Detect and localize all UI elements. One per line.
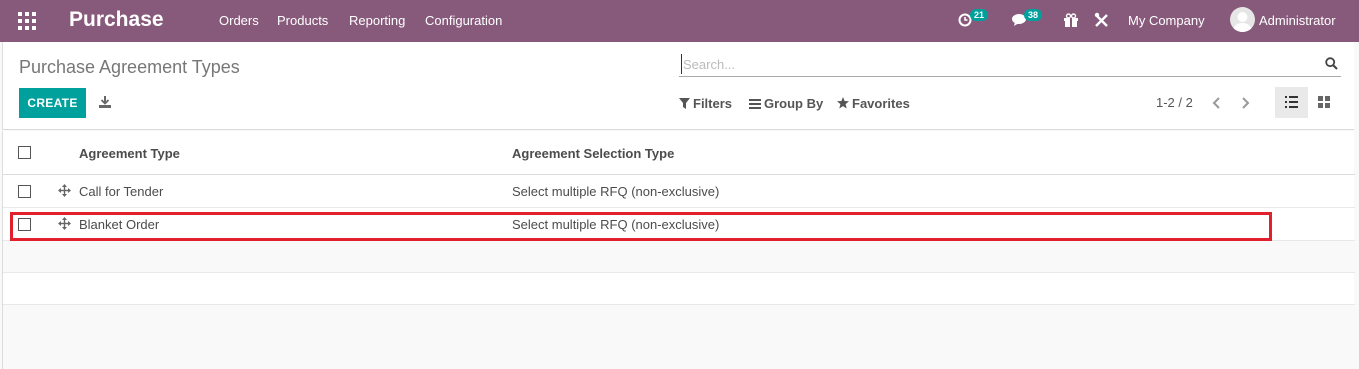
empty-row [3,241,1355,273]
group-by-label: Group By [764,96,824,111]
search-icon[interactable] [1325,57,1338,70]
drag-handle-icon[interactable] [58,217,71,230]
download-icon[interactable] [99,96,111,108]
activity-count-badge: 21 [970,9,989,21]
page-title: Purchase Agreement Types [19,57,240,77]
favorites-label: Favorites [852,96,910,111]
search-input[interactable] [681,54,1301,74]
agreement-type-cell: Call for Tender [79,184,164,199]
kanban-view-icon [1318,96,1330,108]
apps-grid-icon[interactable] [18,12,36,30]
avatar[interactable] [1230,7,1255,32]
search-bar [679,52,1341,77]
agreement-type-cell: Blanket Order [79,217,160,232]
selection-type-cell: Select multiple RFQ (non-exclusive) [512,217,720,232]
chevron-left-icon[interactable] [1211,96,1223,110]
top-navbar: Purchase Orders Products Reporting Confi… [0,0,1359,42]
filters-button[interactable]: Filters [679,96,732,111]
chevron-right-icon[interactable] [1239,96,1251,110]
row-checkbox[interactable] [18,218,31,231]
app-title[interactable]: Purchase [69,8,164,32]
kanban-view-button[interactable] [1308,87,1341,118]
table-header: Agreement Type Agreement Selection Type [3,131,1355,175]
tools-icon[interactable] [1093,11,1111,29]
selection-type-cell: Select multiple RFQ (non-exclusive) [512,184,720,199]
menu-configuration[interactable]: Configuration [425,13,502,28]
list-view-icon [1285,96,1298,108]
select-all-checkbox[interactable] [18,146,31,159]
menu-reporting[interactable]: Reporting [349,13,405,28]
message-count-badge: 38 [1024,9,1043,21]
pager-value[interactable]: 1-2 / 2 [1156,95,1193,110]
favorites-button[interactable]: Favorites [837,96,910,111]
group-by-button[interactable]: Group By [749,96,823,111]
control-panel: Purchase Agreement Types CREATE Filters … [2,42,1354,130]
table-row[interactable]: Blanket Order Select multiple RFQ (non-e… [3,208,1355,241]
menu-orders[interactable]: Orders [219,13,259,28]
list-table: Agreement Type Agreement Selection Type … [2,131,1355,369]
gift-icon[interactable] [1062,11,1080,29]
filter-icon [679,98,690,109]
column-header-agreement-type[interactable]: Agreement Type [79,146,180,161]
empty-row [3,273,1355,305]
empty-row [3,305,1355,369]
company-switcher[interactable]: My Company [1128,13,1205,28]
table-row[interactable]: Call for Tender Select multiple RFQ (non… [3,175,1355,208]
list-view-button[interactable] [1275,87,1308,118]
menu-products[interactable]: Products [277,13,328,28]
user-menu[interactable]: Administrator [1259,13,1336,28]
star-icon [837,97,849,109]
row-checkbox[interactable] [18,185,31,198]
filters-label: Filters [693,96,733,111]
column-header-selection-type[interactable]: Agreement Selection Type [512,146,674,161]
create-button[interactable]: CREATE [19,88,86,118]
drag-handle-icon[interactable] [58,184,71,197]
list-bars-icon [749,99,761,109]
